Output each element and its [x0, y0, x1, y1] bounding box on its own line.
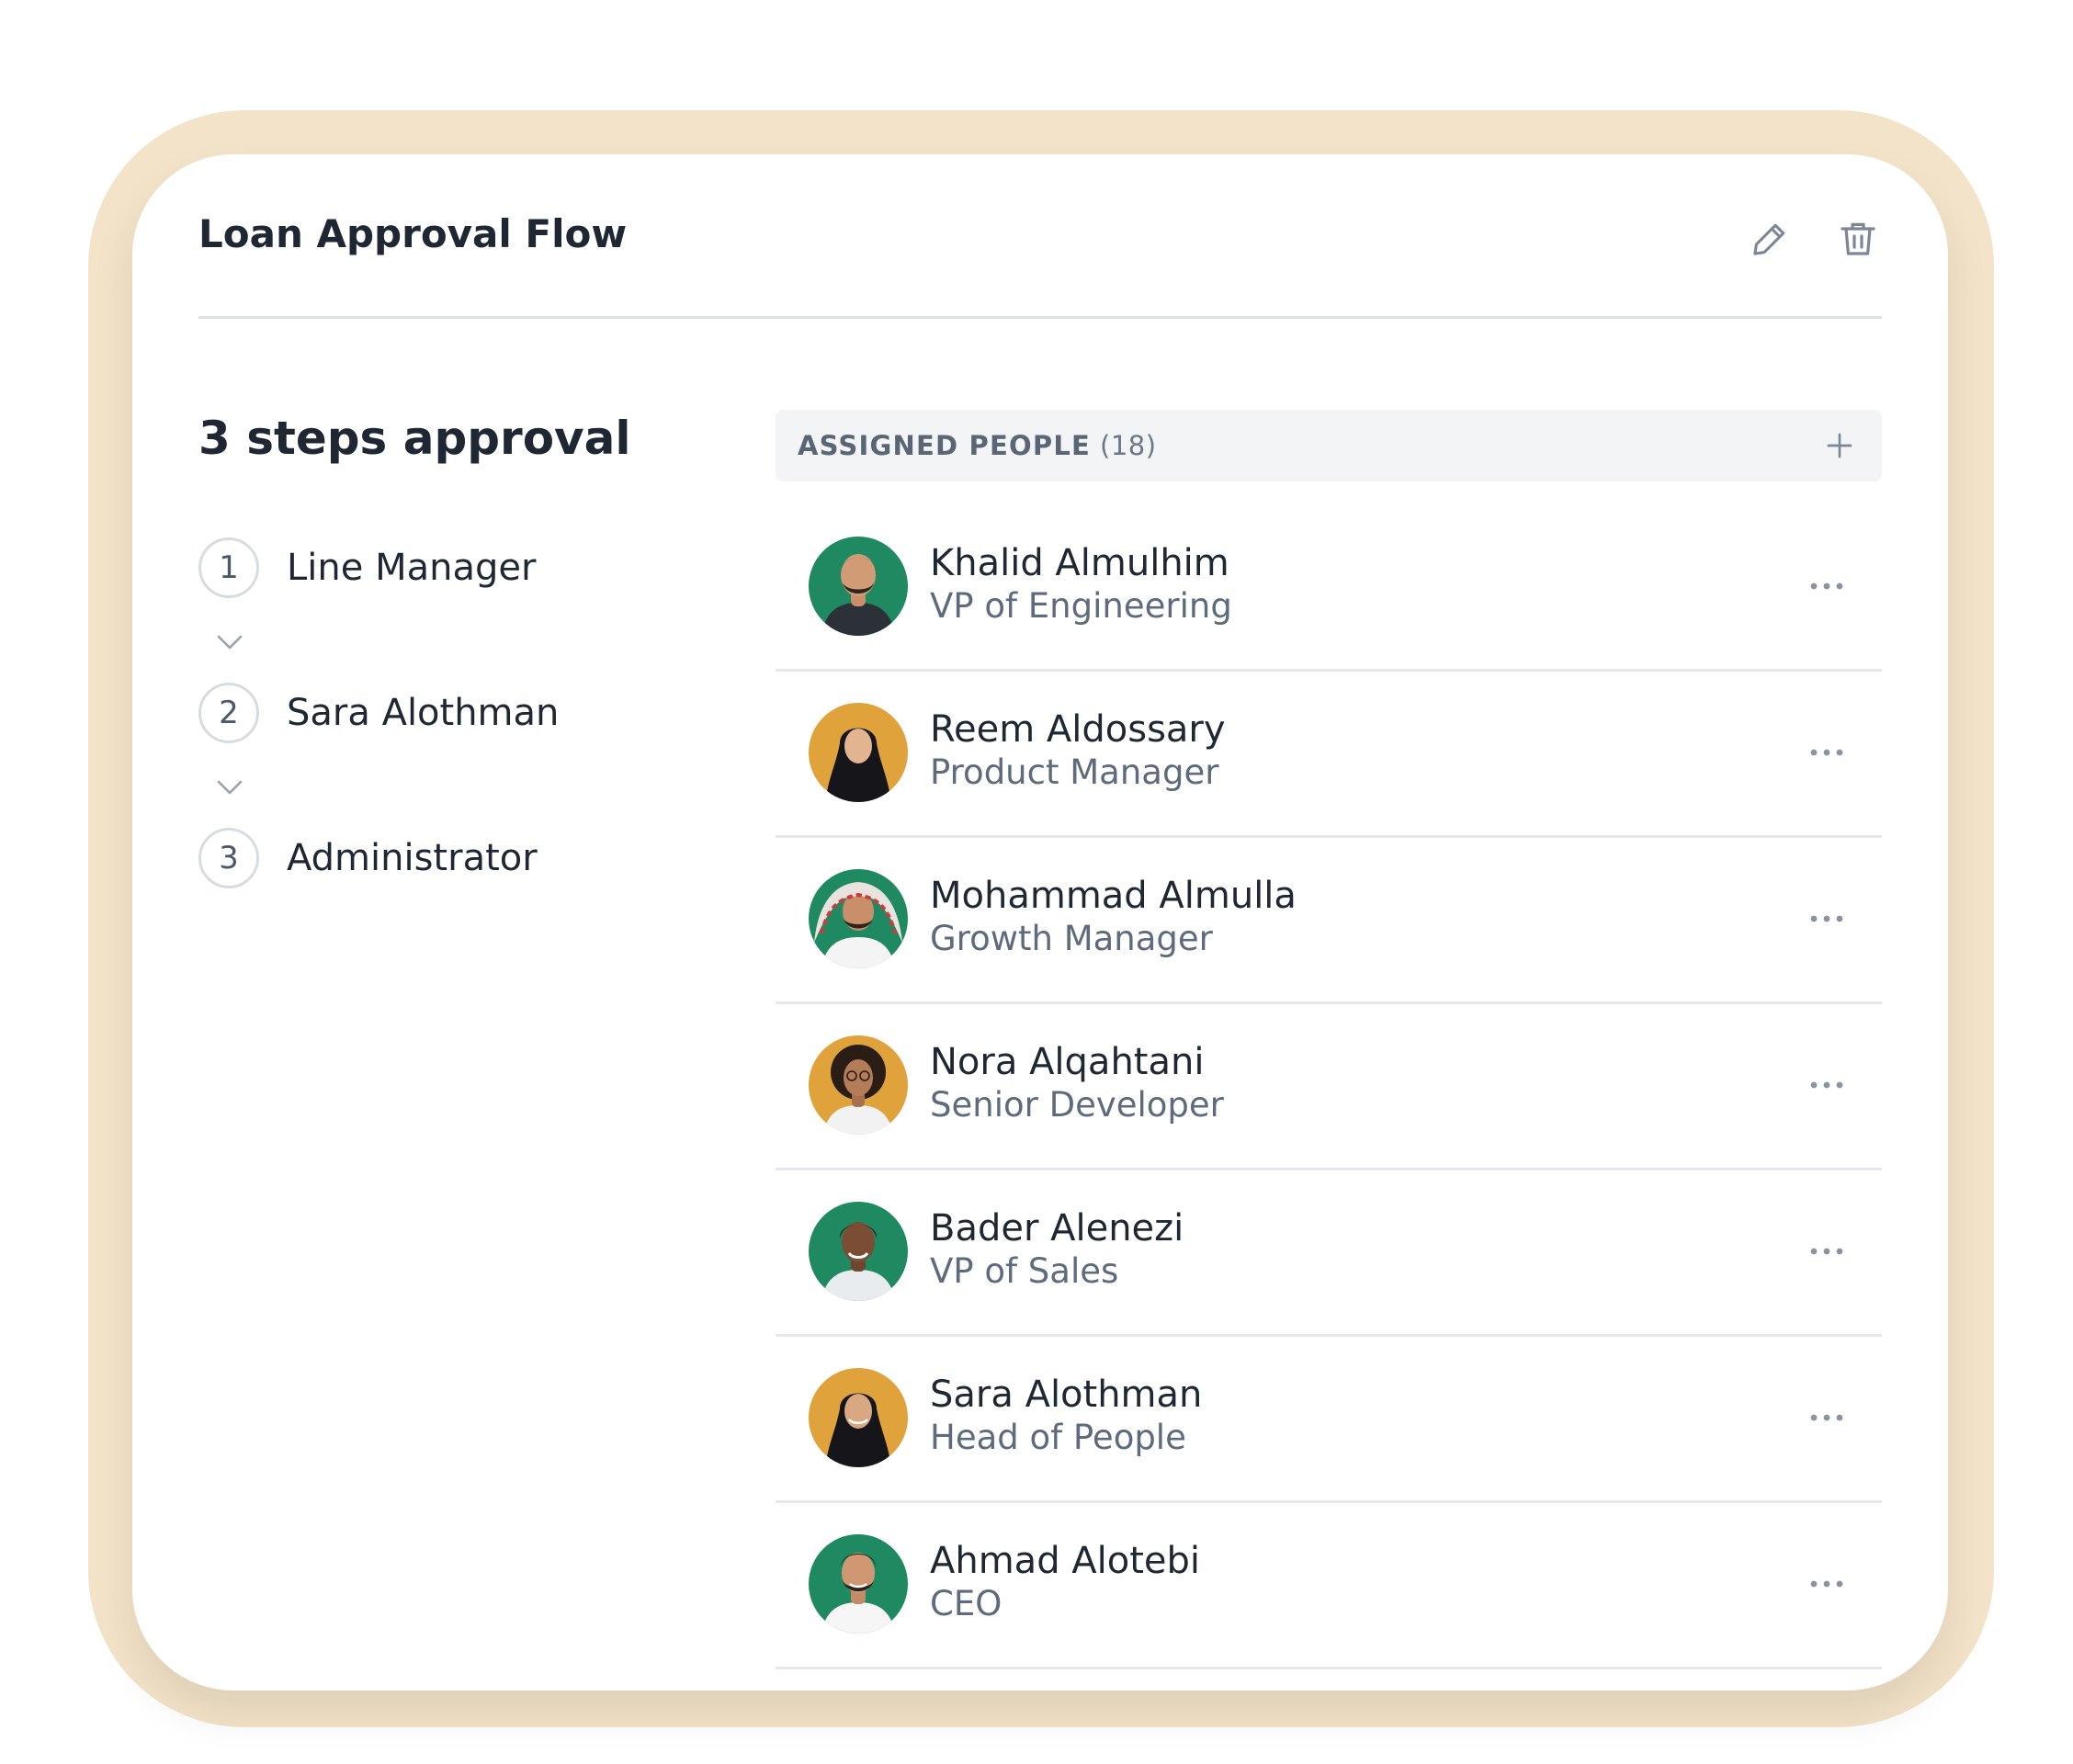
more-horizontal-icon	[1810, 1248, 1843, 1255]
person-role: Product Manager	[930, 752, 1219, 792]
trash-icon	[1841, 222, 1875, 255]
step-number: 1	[198, 537, 259, 598]
avatar	[809, 1534, 908, 1634]
person-name: Ahmad Alotebi	[930, 1540, 1201, 1582]
more-options-button[interactable]	[1801, 1059, 1852, 1111]
more-horizontal-icon	[1810, 1580, 1843, 1588]
person-row[interactable]: Ahmad Alotebi CEO	[776, 1503, 1882, 1669]
page-title: Loan Approval Flow	[198, 211, 628, 256]
person-name: Nora Alqahtani	[930, 1041, 1205, 1083]
person-role: Head of People	[930, 1418, 1186, 1457]
more-options-button[interactable]	[1801, 1558, 1852, 1610]
person-row[interactable]: Sara Alothman Head of People	[776, 1337, 1882, 1503]
person-row[interactable]: Bader Alenezi VP of Sales	[776, 1170, 1882, 1337]
more-horizontal-icon	[1810, 749, 1843, 756]
person-silhouette-icon	[825, 1393, 891, 1467]
steps-heading: 3 steps approval	[198, 412, 631, 465]
approval-step-3: 3 Administrator	[198, 825, 538, 891]
person-role: Growth Manager	[930, 919, 1213, 958]
person-row[interactable]: Reem Aldossary Product Manager	[776, 672, 1882, 838]
person-silhouette-icon	[823, 1045, 893, 1135]
assigned-people-header: ASSIGNED PEOPLE (18)	[776, 410, 1882, 481]
person-row[interactable]: Khalid Almulhim VP of Engineering	[776, 505, 1882, 672]
step-label: Line Manager	[287, 547, 537, 589]
more-options-button[interactable]	[1801, 560, 1852, 612]
add-person-button[interactable]	[1818, 424, 1862, 468]
assigned-people-title: ASSIGNED PEOPLE	[798, 430, 1092, 461]
person-role: Senior Developer	[930, 1085, 1224, 1125]
plus-icon	[1827, 433, 1852, 458]
step-number: 3	[198, 828, 259, 888]
person-row[interactable]: Mohammad Almulla Growth Manager	[776, 838, 1882, 1004]
person-silhouette-icon	[821, 1222, 895, 1301]
chevron-down-icon	[217, 635, 243, 650]
person-silhouette-icon	[814, 882, 902, 968]
more-horizontal-icon	[1810, 915, 1843, 922]
avatar	[809, 537, 908, 636]
more-options-button[interactable]	[1801, 1226, 1852, 1277]
edit-button[interactable]	[1740, 209, 1799, 268]
person-name: Mohammad Almulla	[930, 875, 1297, 917]
more-options-button[interactable]	[1801, 1392, 1852, 1443]
person-role: VP of Sales	[930, 1251, 1119, 1291]
more-options-button[interactable]	[1801, 893, 1852, 944]
more-horizontal-icon	[1810, 1414, 1843, 1421]
avatar	[809, 703, 908, 802]
person-silhouette-icon	[821, 554, 895, 636]
person-role: VP of Engineering	[930, 586, 1232, 626]
chevron-down-icon	[217, 780, 243, 795]
more-horizontal-icon	[1810, 1081, 1843, 1089]
avatar	[809, 1368, 908, 1467]
approval-step-1: 1 Line Manager	[198, 535, 536, 601]
person-silhouette-icon	[825, 728, 891, 802]
person-silhouette-icon	[821, 1553, 895, 1634]
header-divider	[198, 316, 1882, 319]
more-horizontal-icon	[1810, 582, 1843, 590]
person-name: Sara Alothman	[930, 1374, 1203, 1416]
person-role: CEO	[930, 1584, 1003, 1623]
person-name: Reem Aldossary	[930, 708, 1226, 751]
step-label: Administrator	[287, 837, 538, 879]
assigned-people-label: ASSIGNED PEOPLE (18)	[798, 430, 1157, 461]
pencil-icon	[1753, 223, 1785, 255]
step-number: 2	[198, 683, 259, 743]
avatar	[809, 1202, 908, 1301]
delete-button[interactable]	[1829, 209, 1887, 268]
assigned-people-count: (18)	[1100, 430, 1157, 461]
avatar	[809, 869, 908, 968]
more-options-button[interactable]	[1801, 727, 1852, 778]
avatar	[809, 1035, 908, 1135]
approval-step-2: 2 Sara Alothman	[198, 680, 559, 746]
step-label: Sara Alothman	[287, 692, 560, 734]
person-row[interactable]: Nora Alqahtani Senior Developer	[776, 1004, 1882, 1170]
person-name: Khalid Almulhim	[930, 542, 1229, 584]
person-name: Bader Alenezi	[930, 1207, 1184, 1250]
